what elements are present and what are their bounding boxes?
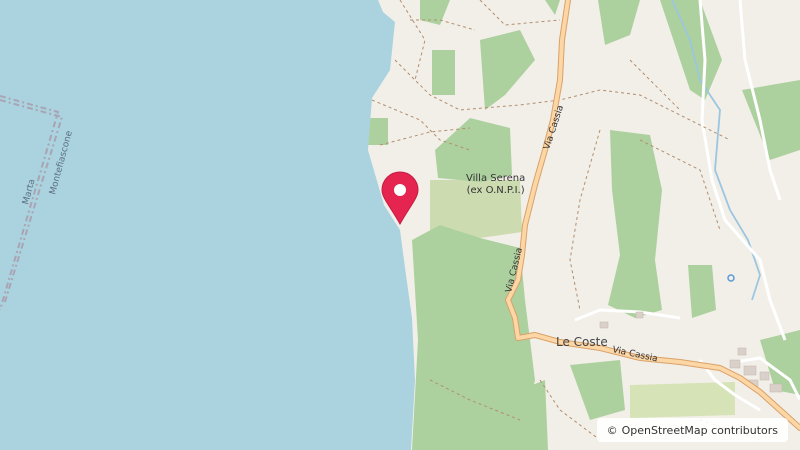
map-tiles[interactable]: Via Cassia Via Cassia Via Cassia Marta M… (0, 0, 800, 450)
poi-label-line-1: Villa Serena (466, 173, 526, 184)
copyright-symbol: © (606, 423, 618, 437)
attribution-link[interactable]: OpenStreetMap contributors (622, 424, 778, 437)
lake-water (0, 0, 415, 450)
village-label: Le Coste (556, 335, 608, 349)
meadow-area-2 (630, 382, 735, 418)
map-attribution: © OpenStreetMap contributors (596, 418, 788, 442)
map-canvas[interactable]: Via Cassia Via Cassia Via Cassia Marta M… (0, 0, 800, 450)
poi-label-line-2: (ex O.N.P.I.) (466, 185, 525, 196)
poi-label: Villa Serena (ex O.N.P.I.) (466, 173, 525, 197)
